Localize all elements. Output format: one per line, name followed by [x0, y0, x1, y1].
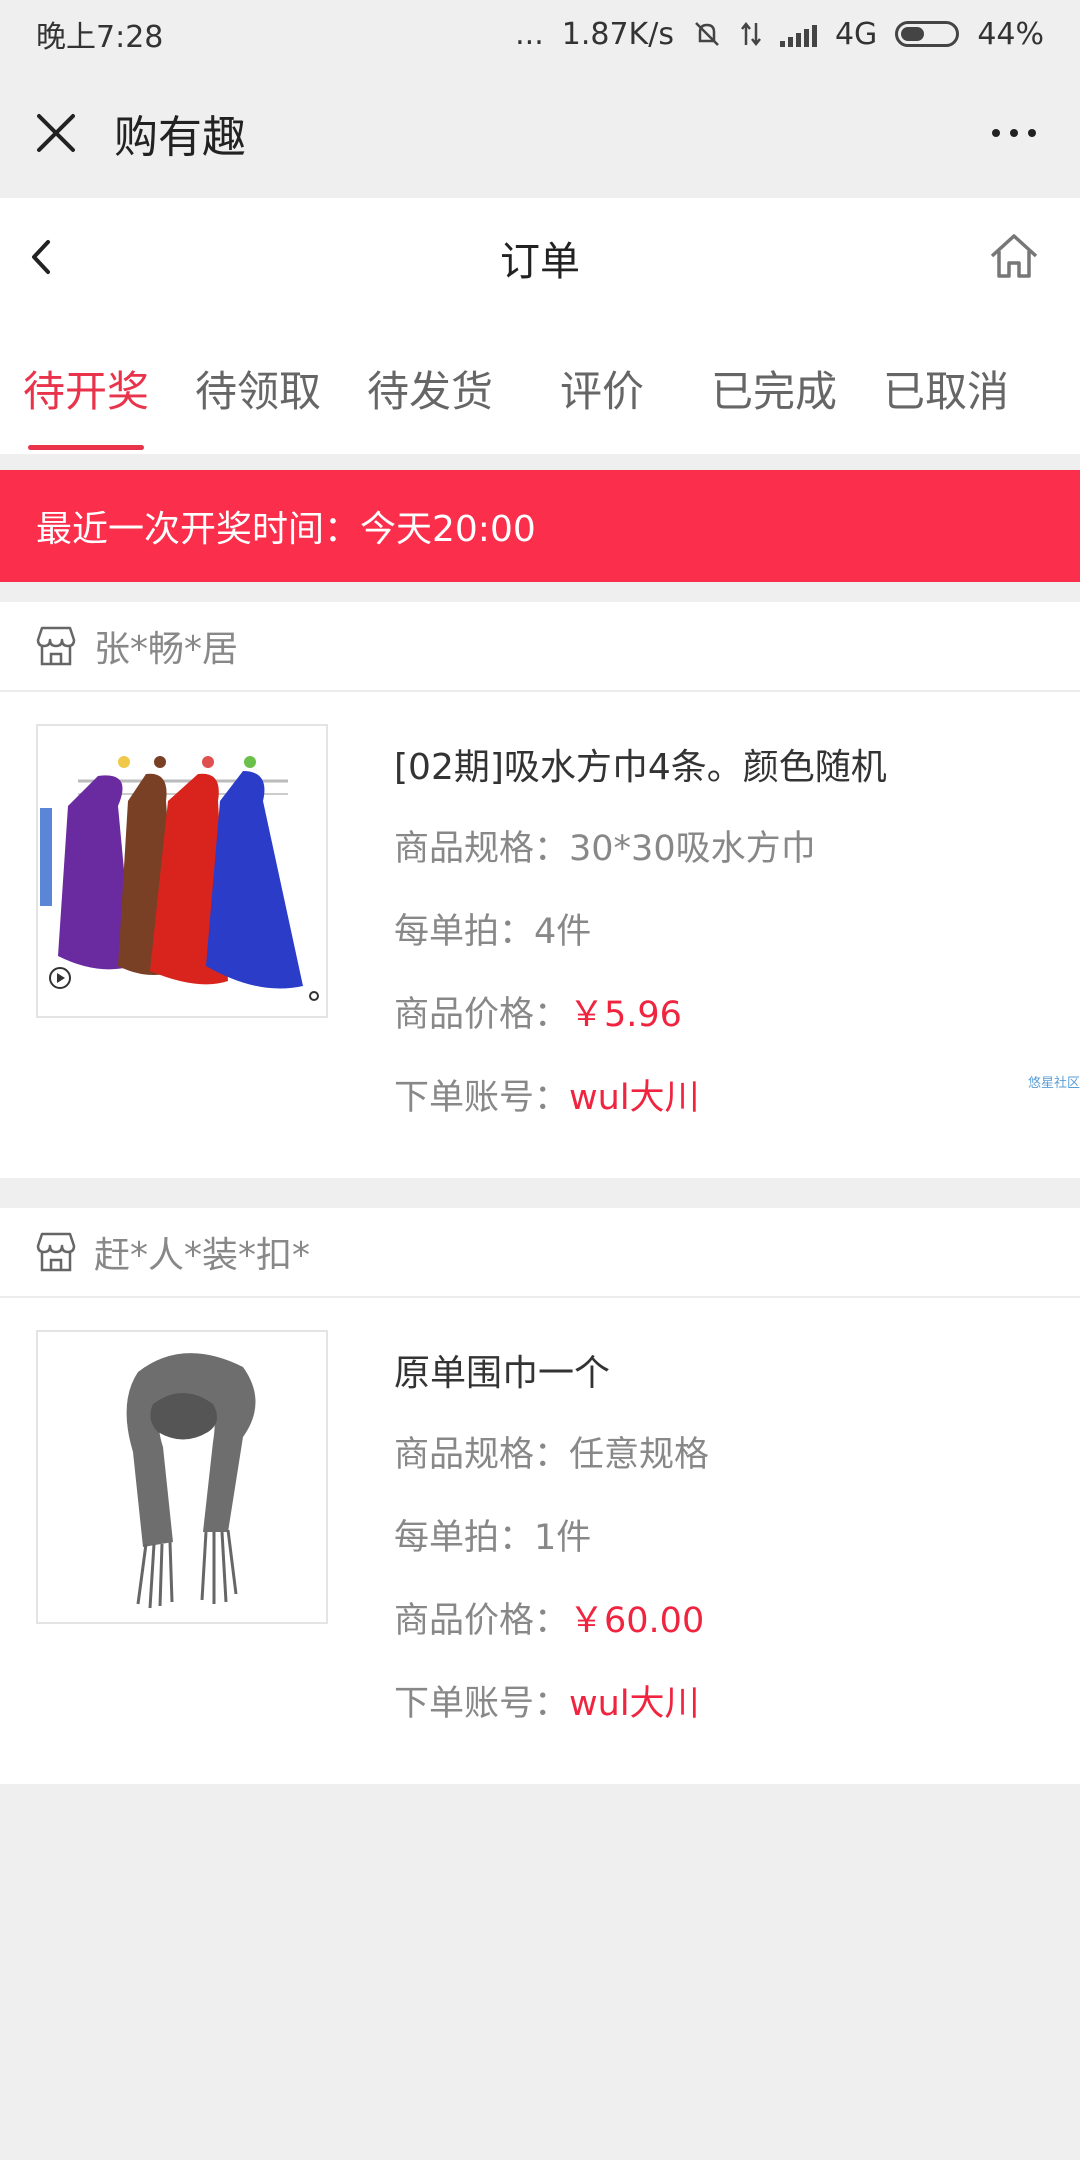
product-image[interactable]	[36, 1330, 328, 1624]
order-card[interactable]: 赶*人*装*扣* 原单围巾一个 商品规格：任意规格 每单拍：1件 商品价格：￥6…	[0, 1208, 1080, 1784]
product-title: 原单围巾一个	[394, 1353, 611, 1394]
product-quantity: 每单拍：1件	[394, 1518, 592, 1558]
order-account: 下单账号：wul大川	[394, 1078, 700, 1118]
tab-pending-draw[interactable]: 待开奖	[0, 318, 172, 454]
scarf-image	[38, 1332, 326, 1622]
shop-row[interactable]: 赶*人*装*扣*	[0, 1208, 1080, 1298]
order-account: 下单账号：wul大川	[394, 1684, 700, 1724]
shop-name: 张*畅*居	[94, 629, 239, 670]
home-icon[interactable]	[984, 226, 1044, 286]
watermark: 悠星社区	[1027, 1076, 1080, 1091]
towels-image	[38, 726, 326, 1016]
mute-bell-icon	[695, 22, 719, 46]
tab-pending-shipment[interactable]: 待发货	[344, 318, 516, 454]
battery-percent: 44%	[977, 16, 1044, 52]
shop-icon	[36, 1232, 76, 1272]
app-title: 购有趣	[114, 112, 246, 163]
draw-time-banner: 最近一次开奖时间：今天20:00	[0, 470, 1080, 582]
shop-name: 赶*人*装*扣*	[94, 1235, 311, 1276]
product-quantity: 每单拍：4件	[394, 912, 592, 952]
more-notifications-icon: ...	[515, 16, 544, 52]
product-spec: 商品规格：任意规格	[394, 1435, 710, 1475]
network-type: 4G	[834, 16, 878, 52]
shop-icon	[36, 626, 76, 666]
shop-row[interactable]: 张*畅*居	[0, 602, 1080, 692]
status-bar: 晚上7:28 ... 1.87K/s 4G 44%	[0, 0, 1080, 68]
product-info: [02期]吸水方巾4条。颜色随机 商品规格：30*30吸水方巾 每单拍：4件 商…	[394, 724, 887, 1152]
page-title: 订单	[500, 239, 580, 285]
order-status-tabs: 待开奖 待领取 待发货 评价 已完成 已取消	[0, 318, 1080, 454]
signal-icon	[779, 21, 817, 47]
tab-review[interactable]: 评价	[516, 318, 688, 454]
network-speed: 1.87K/s	[561, 16, 674, 52]
product-price: 商品价格：￥60.00	[394, 1601, 705, 1641]
order-card[interactable]: 张*畅*居 [02期]吸水方巾4条。颜色随机 商品规格：30*30吸水方巾 每单…	[0, 602, 1080, 1178]
tab-cancelled[interactable]: 已取消	[860, 318, 1032, 454]
mini-program-bar: 购有趣	[0, 68, 1080, 198]
product-spec: 商品规格：30*30吸水方巾	[394, 829, 816, 869]
battery-icon	[895, 21, 960, 47]
product-image[interactable]	[36, 724, 328, 1018]
data-transfer-icon	[740, 21, 761, 47]
close-icon[interactable]	[34, 111, 78, 155]
tab-completed[interactable]: 已完成	[688, 318, 860, 454]
back-arrow-icon[interactable]	[22, 232, 62, 282]
page-header: 订单	[0, 198, 1080, 318]
tab-pending-claim[interactable]: 待领取	[172, 318, 344, 454]
product-info: 原单围巾一个 商品规格：任意规格 每单拍：1件 商品价格：￥60.00 下单账号…	[394, 1330, 709, 1758]
status-time: 晚上7:28	[36, 20, 164, 55]
product-price: 商品价格：￥5.96	[394, 995, 682, 1035]
more-options-icon[interactable]	[992, 129, 1036, 137]
product-title: [02期]吸水方巾4条。颜色随机	[394, 747, 887, 788]
